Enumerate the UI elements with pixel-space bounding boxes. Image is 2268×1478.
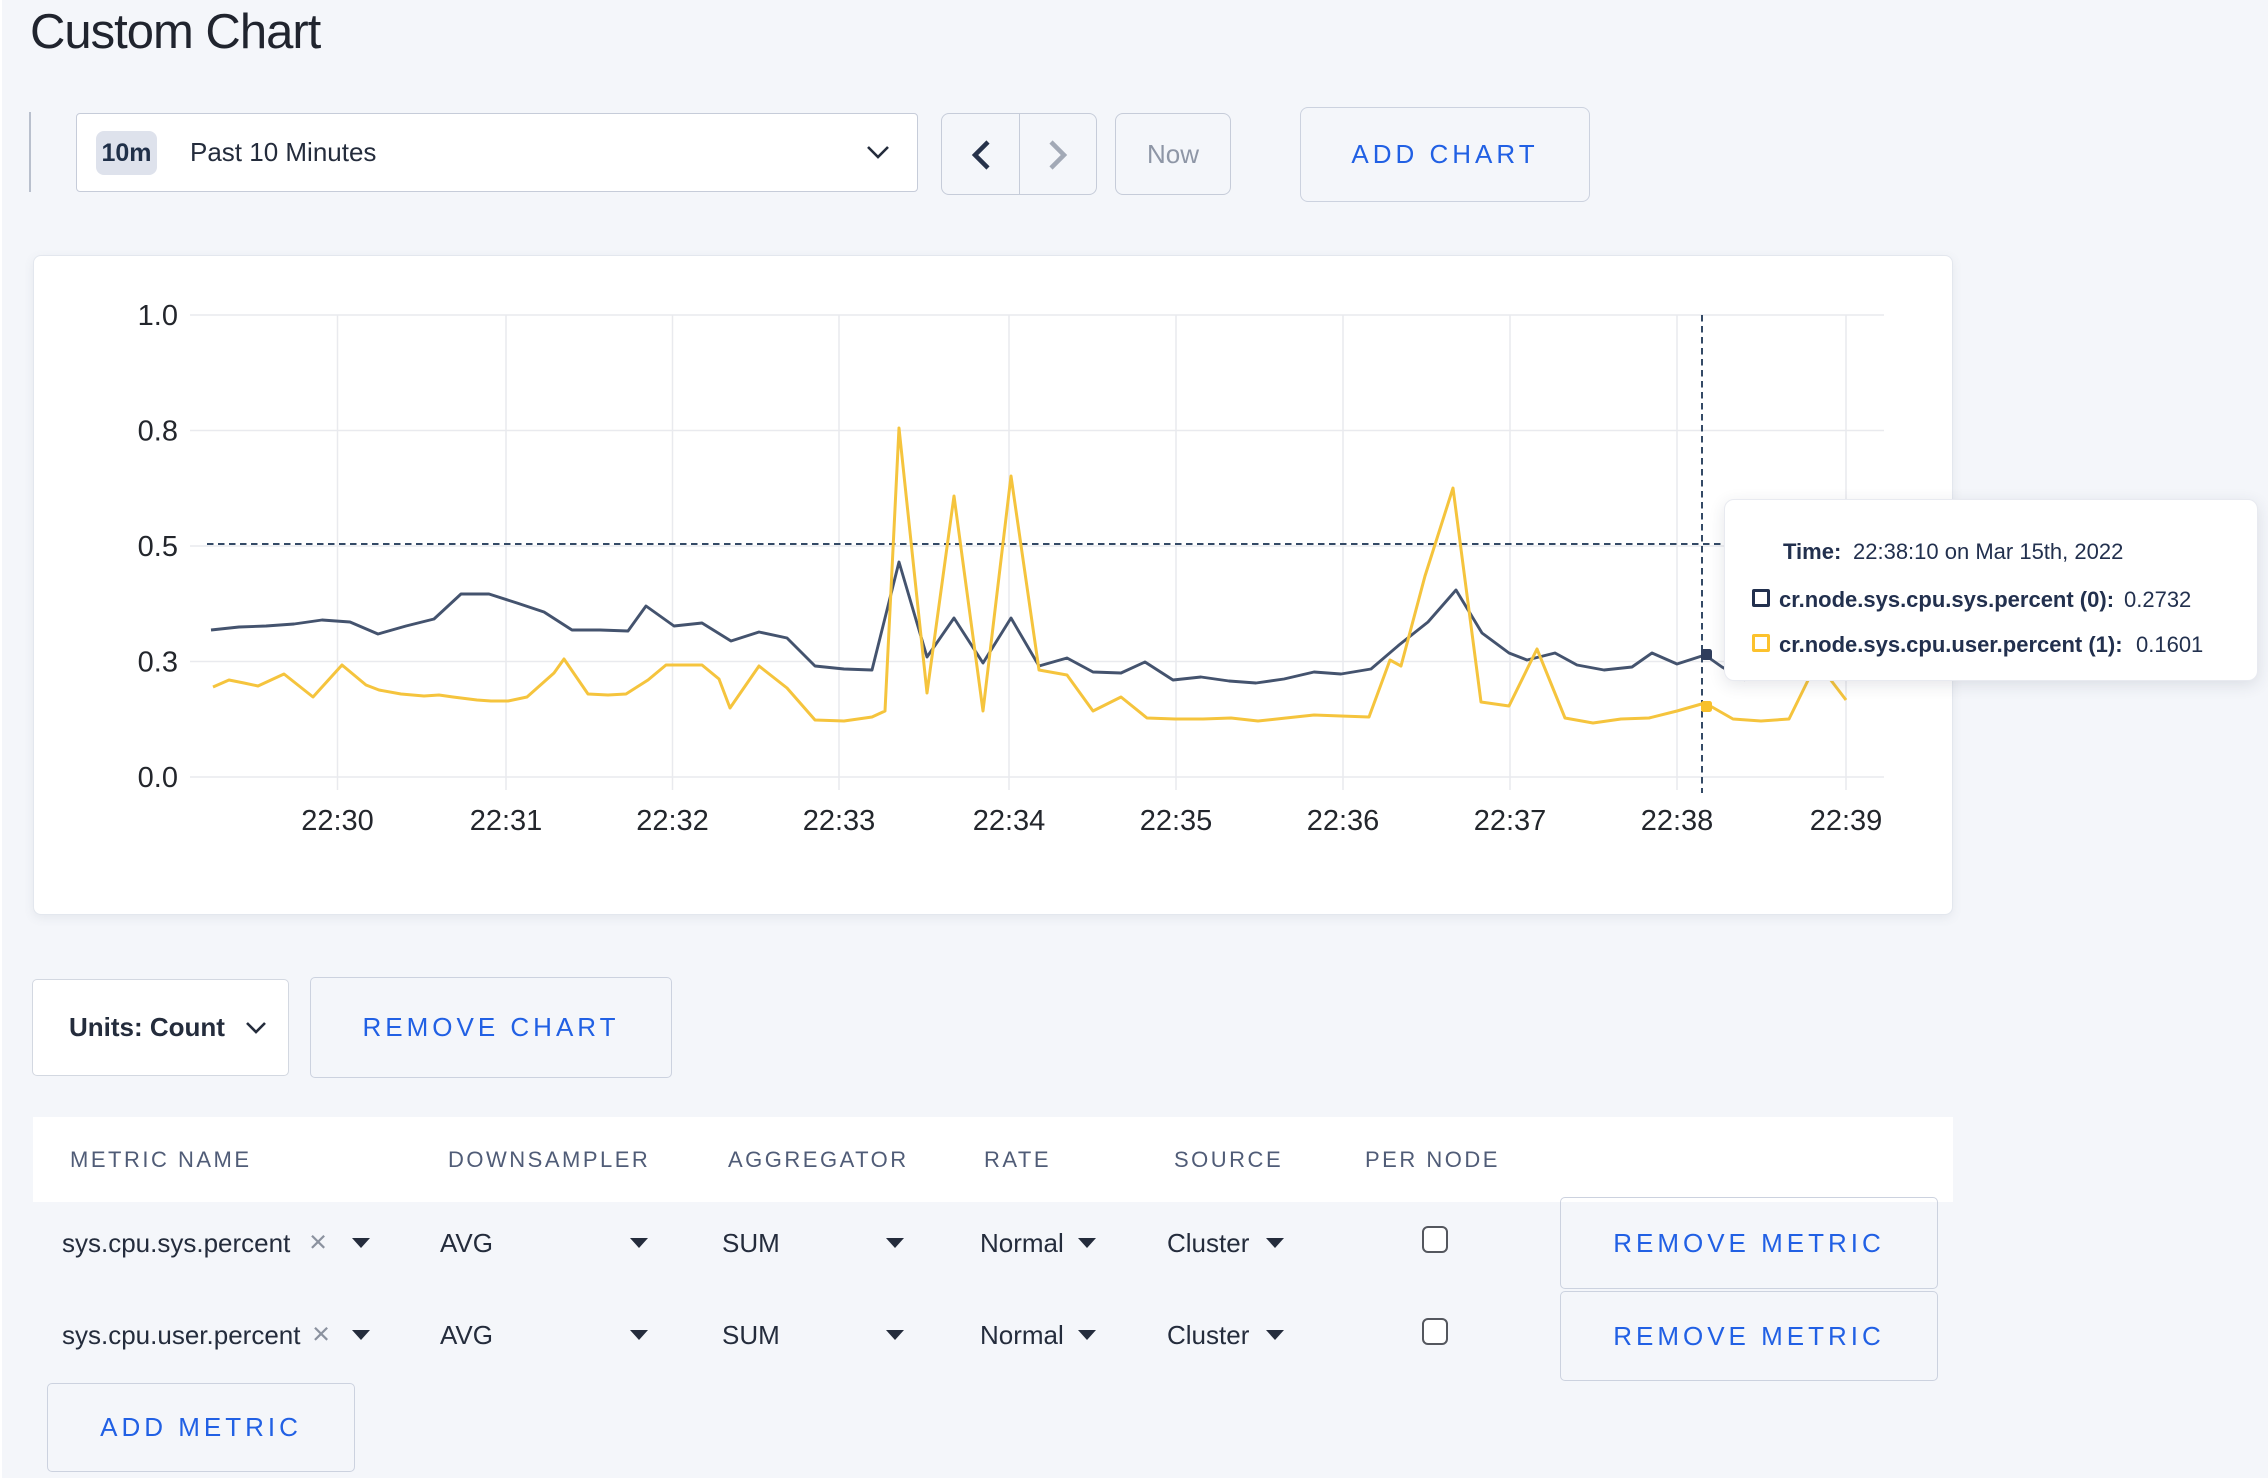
svg-text:1.0: 1.0 (138, 300, 178, 332)
svg-text:0.5: 0.5 (138, 531, 178, 563)
svg-text:22:38: 22:38 (1641, 805, 1714, 837)
svg-text:0.0: 0.0 (138, 762, 178, 794)
svg-text:22:37: 22:37 (1474, 805, 1547, 837)
svg-text:22:34: 22:34 (973, 805, 1046, 837)
svg-text:22:30: 22:30 (301, 805, 374, 837)
svg-text:22:36: 22:36 (1307, 805, 1380, 837)
svg-text:22:32: 22:32 (636, 805, 709, 837)
svg-text:0.3: 0.3 (138, 647, 178, 679)
svg-text:22:31: 22:31 (470, 805, 543, 837)
svg-text:22:35: 22:35 (1140, 805, 1213, 837)
svg-text:0.8: 0.8 (138, 416, 178, 448)
svg-text:22:33: 22:33 (803, 805, 876, 837)
svg-text:22:39: 22:39 (1810, 805, 1883, 837)
